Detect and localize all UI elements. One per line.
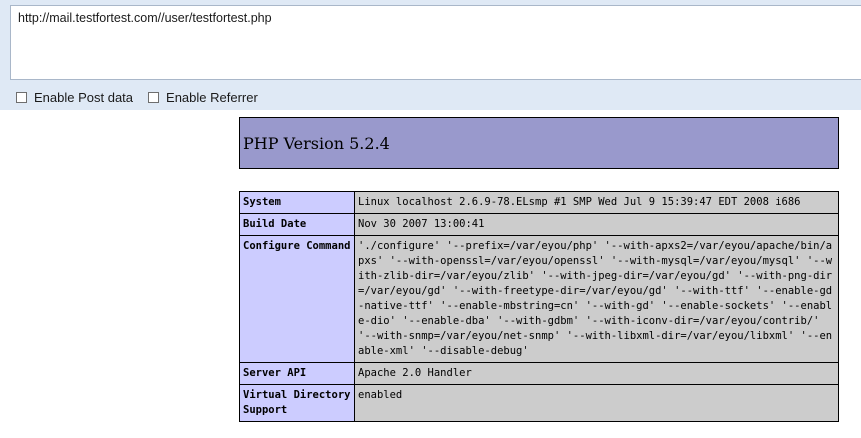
table-row: Configure Command './configure' '--prefi…: [239, 235, 839, 363]
row-value: './configure' '--prefix=/var/eyou/php' '…: [354, 235, 839, 363]
row-key: Virtual Directory Support: [239, 384, 355, 422]
row-key: Configure Command: [239, 235, 355, 363]
enable-referrer-option[interactable]: Enable Referrer: [148, 90, 258, 105]
enable-post-data-label: Enable Post data: [34, 89, 134, 105]
url-input[interactable]: http://mail.testfortest.com//user/testfo…: [10, 5, 861, 80]
row-key: Server API: [239, 362, 355, 385]
row-value: Linux localhost 2.6.9-78.ELsmp #1 SMP We…: [354, 191, 839, 214]
options-row: Enable Post data Enable Referrer: [16, 88, 273, 106]
row-value: Nov 30 2007 13:00:41: [354, 213, 839, 236]
phpinfo-table: System Linux localhost 2.6.9-78.ELsmp #1…: [239, 191, 839, 422]
enable-post-data-option[interactable]: Enable Post data: [16, 90, 133, 105]
row-key: System: [239, 191, 355, 214]
table-row: Virtual Directory Support enabled: [239, 384, 839, 422]
row-value: Apache 2.0 Handler: [354, 362, 839, 385]
enable-post-data-checkbox[interactable]: [16, 91, 27, 103]
table-row: Server API Apache 2.0 Handler: [239, 362, 839, 385]
enable-referrer-checkbox[interactable]: [148, 91, 160, 103]
enable-referrer-label: Enable Referrer: [166, 89, 258, 105]
table-row: System Linux localhost 2.6.9-78.ELsmp #1…: [239, 191, 839, 214]
table-row: Build Date Nov 30 2007 13:00:41: [239, 213, 839, 236]
php-version-banner: PHP Version 5.2.4: [239, 117, 839, 169]
row-key: Build Date: [239, 213, 355, 236]
hackbar-toolbar: http://mail.testfortest.com//user/testfo…: [0, 0, 861, 110]
phpinfo-header: PHP Version 5.2.4: [239, 117, 839, 169]
row-value: enabled: [354, 384, 839, 422]
php-version-title: PHP Version 5.2.4: [243, 133, 390, 153]
